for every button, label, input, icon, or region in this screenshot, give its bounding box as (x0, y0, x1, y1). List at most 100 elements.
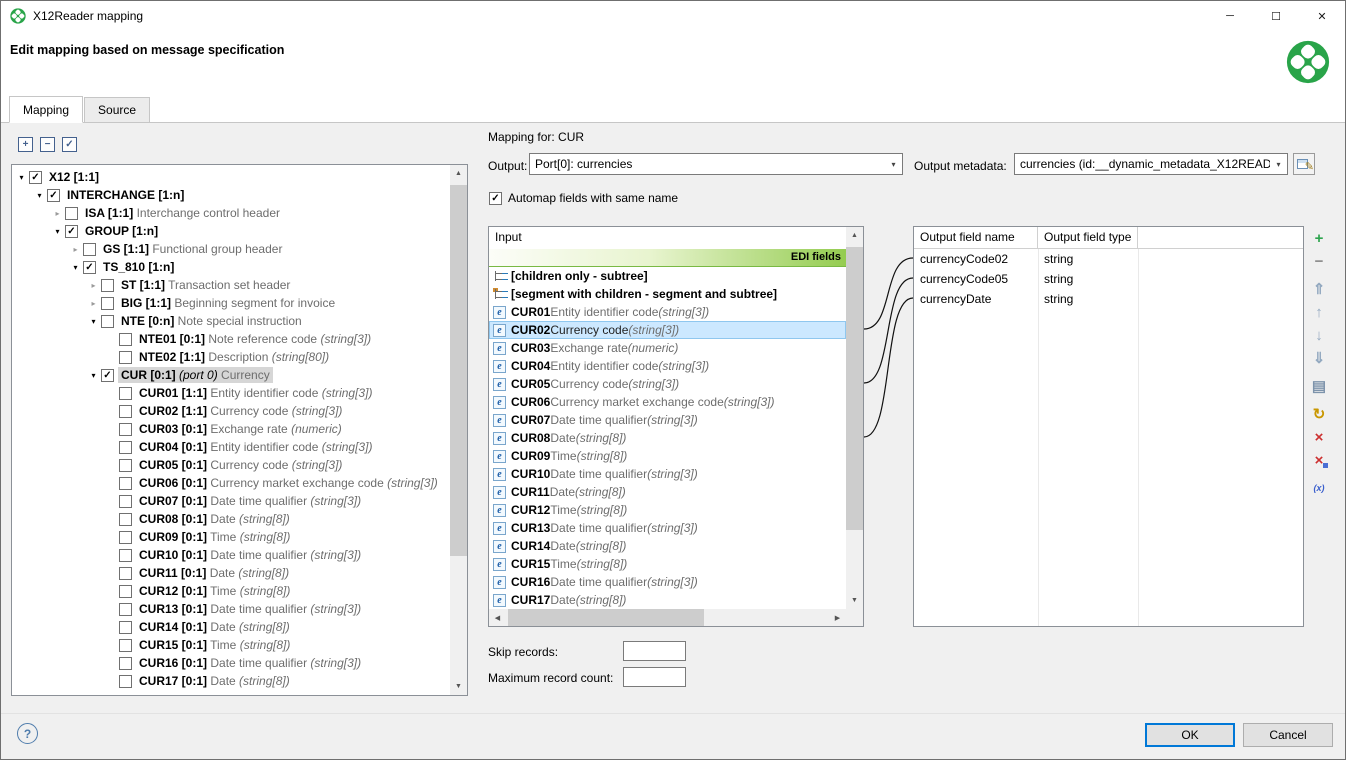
tree-item-cur13[interactable]: CUR13 [0:1] Date time qualifier (string[… (12, 600, 450, 618)
tree-item-checkbox[interactable] (101, 279, 114, 292)
expanded-chevron-icon[interactable]: ▾ (50, 227, 65, 236)
cancel-button[interactable]: Cancel (1243, 723, 1333, 747)
ok-button[interactable]: OK (1145, 723, 1235, 747)
expanded-chevron-icon[interactable]: ▾ (68, 263, 83, 272)
input-field-segment-subtree[interactable]: [segment with children - segment and sub… (489, 285, 846, 303)
expanded-chevron-icon[interactable]: ▾ (32, 191, 47, 200)
tree-item-checkbox[interactable] (119, 585, 132, 598)
input-field-cur11[interactable]: eCUR11 Date (string[8]) (489, 483, 846, 501)
tree-item-cur15[interactable]: CUR15 [0:1] Time (string[8]) (12, 636, 450, 654)
tree-item-checkbox[interactable] (119, 531, 132, 544)
tree-item-checkbox[interactable] (119, 333, 132, 346)
input-field-cur13[interactable]: eCUR13 Date time qualifier (string[3]) (489, 519, 846, 537)
input-field-cur05[interactable]: eCUR05 Currency code (string[3]) (489, 375, 846, 393)
scroll-down-icon[interactable]: ▼ (846, 592, 863, 609)
add-field-button[interactable]: + (1309, 228, 1329, 248)
tree-item-nte02[interactable]: NTE02 [1:1] Description (string[80]) (12, 348, 450, 366)
input-field-cur07[interactable]: eCUR07 Date time qualifier (string[3]) (489, 411, 846, 429)
scrollbar-thumb[interactable] (450, 185, 467, 556)
tree-item-cur07[interactable]: CUR07 [0:1] Date time qualifier (string[… (12, 492, 450, 510)
tree-item-checkbox[interactable]: ✓ (65, 225, 78, 238)
tree-item-checkbox[interactable] (119, 549, 132, 562)
skip-records-input[interactable] (623, 641, 686, 661)
tree-item-cur06[interactable]: CUR06 [0:1] Currency market exchange cod… (12, 474, 450, 492)
tree-item-checkbox[interactable] (101, 315, 114, 328)
tree-item-cur17[interactable]: CUR17 [0:1] Date (string[8]) (12, 672, 450, 690)
tree-item-cur08[interactable]: CUR08 [0:1] Date (string[8]) (12, 510, 450, 528)
move-down-button[interactable]: ↓ (1309, 325, 1329, 345)
edit-text-mapping-button[interactable]: ▤ (1309, 376, 1329, 396)
tree-item-cur16[interactable]: CUR16 [0:1] Date time qualifier (string[… (12, 654, 450, 672)
tree-item-checkbox[interactable] (119, 423, 132, 436)
tree-item-checkbox[interactable] (119, 675, 132, 688)
scroll-up-icon[interactable]: ▲ (450, 165, 467, 182)
tree-item-checkbox[interactable] (119, 387, 132, 400)
tree-item-cur02[interactable]: CUR02 [1:1] Currency code (string[3]) (12, 402, 450, 420)
tree-item-checkbox[interactable] (119, 405, 132, 418)
tree-item-checkbox[interactable] (119, 477, 132, 490)
input-field-cur06[interactable]: eCUR06 Currency market exchange code (st… (489, 393, 846, 411)
tree-item-checkbox[interactable] (101, 297, 114, 310)
input-field-cur08[interactable]: eCUR08 Date (string[8]) (489, 429, 846, 447)
tree-item-checkbox[interactable] (83, 243, 96, 256)
remove-field-button[interactable]: − (1309, 251, 1329, 271)
tree-item-checkbox[interactable] (119, 495, 132, 508)
tree-item-nte[interactable]: ▾NTE [0:n] Note special instruction (12, 312, 450, 330)
tree-item-cur04[interactable]: CUR04 [0:1] Entity identifier code (stri… (12, 438, 450, 456)
tree-item-group[interactable]: ▾✓GROUP [1:n] (12, 222, 450, 240)
output-field-row[interactable]: currencyDatestring (914, 289, 1303, 309)
tree-item-cur12[interactable]: CUR12 [0:1] Time (string[8]) (12, 582, 450, 600)
maximize-button[interactable]: ☐ (1253, 1, 1299, 31)
scroll-down-icon[interactable]: ▼ (450, 678, 467, 695)
scroll-up-icon[interactable]: ▲ (846, 227, 863, 244)
check-subtree-button[interactable]: ✓ (62, 137, 77, 152)
tree-item-checkbox[interactable] (119, 603, 132, 616)
output-field-row[interactable]: currencyCode05string (914, 269, 1303, 289)
move-to-top-button[interactable]: ⇑ (1309, 279, 1329, 299)
tree-item-checkbox[interactable] (119, 621, 132, 634)
input-field-cur14[interactable]: eCUR14 Date (string[8]) (489, 537, 846, 555)
expand-all-button[interactable]: + (18, 137, 33, 152)
tree-item-cur05[interactable]: CUR05 [0:1] Currency code (string[3]) (12, 456, 450, 474)
tree-item-big[interactable]: ▸BIG [1:1] Beginning segment for invoice (12, 294, 450, 312)
input-field-cur15[interactable]: eCUR15 Time (string[8]) (489, 555, 846, 573)
tree-item-cur[interactable]: ▾✓CUR [0:1] (port 0) Currency (12, 366, 450, 384)
collapsed-chevron-icon[interactable]: ▸ (50, 209, 65, 218)
tab-source[interactable]: Source (84, 97, 150, 122)
tree-item-nte01[interactable]: NTE01 [0:1] Note reference code (string[… (12, 330, 450, 348)
move-to-bottom-button[interactable]: ⇓ (1309, 348, 1329, 368)
input-field-cur10[interactable]: eCUR10 Date time qualifier (string[3]) (489, 465, 846, 483)
collapsed-chevron-icon[interactable]: ▸ (86, 281, 101, 290)
tree-item-cur01[interactable]: CUR01 [1:1] Entity identifier code (stri… (12, 384, 450, 402)
tree-item-ts_810[interactable]: ▾✓TS_810 [1:n] (12, 258, 450, 276)
close-button[interactable]: ✕ (1299, 1, 1345, 31)
tree-item-checkbox[interactable]: ✓ (83, 261, 96, 274)
scrollbar-thumb[interactable] (508, 609, 704, 626)
clear-mapping-button[interactable]: × (1309, 427, 1329, 447)
tree-item-x12[interactable]: ▾✓X12 [1:1] (12, 168, 450, 186)
edit-metadata-button[interactable]: ✎ (1293, 153, 1315, 175)
input-field-cur02[interactable]: eCUR02 Currency code (string[3]) (489, 321, 846, 339)
scroll-left-icon[interactable]: ◀ (489, 609, 506, 626)
automap-checkbox[interactable]: ✓ (489, 192, 502, 205)
input-vertical-scrollbar[interactable]: ▲ ▼ (846, 227, 863, 609)
scrollbar-thumb[interactable] (846, 247, 863, 530)
output-metadata-combobox[interactable]: currencies (id:__dynamic_metadata_X12REA… (1014, 153, 1288, 175)
input-field-cur09[interactable]: eCUR09 Time (string[8]) (489, 447, 846, 465)
tree-item-checkbox[interactable] (119, 657, 132, 670)
max-record-count-input[interactable] (623, 667, 686, 687)
expanded-chevron-icon[interactable]: ▾ (14, 173, 29, 182)
output-field-row[interactable]: currencyCode02string (914, 249, 1303, 269)
tree-item-checkbox[interactable] (119, 351, 132, 364)
tab-mapping[interactable]: Mapping (9, 96, 83, 123)
tree-item-cur11[interactable]: CUR11 [0:1] Date (string[8]) (12, 564, 450, 582)
tree-item-isa[interactable]: ▸ISA [1:1] Interchange control header (12, 204, 450, 222)
tree-item-checkbox[interactable] (119, 441, 132, 454)
input-field-cur03[interactable]: eCUR03 Exchange rate (numeric) (489, 339, 846, 357)
collapsed-chevron-icon[interactable]: ▸ (86, 299, 101, 308)
input-field-subtree[interactable]: [children only - subtree] (489, 267, 846, 285)
output-column-header-type[interactable]: Output field type (1038, 227, 1138, 248)
tree-item-checkbox[interactable] (119, 639, 132, 652)
tree-item-cur14[interactable]: CUR14 [0:1] Date (string[8]) (12, 618, 450, 636)
tree-item-checkbox[interactable] (119, 513, 132, 526)
